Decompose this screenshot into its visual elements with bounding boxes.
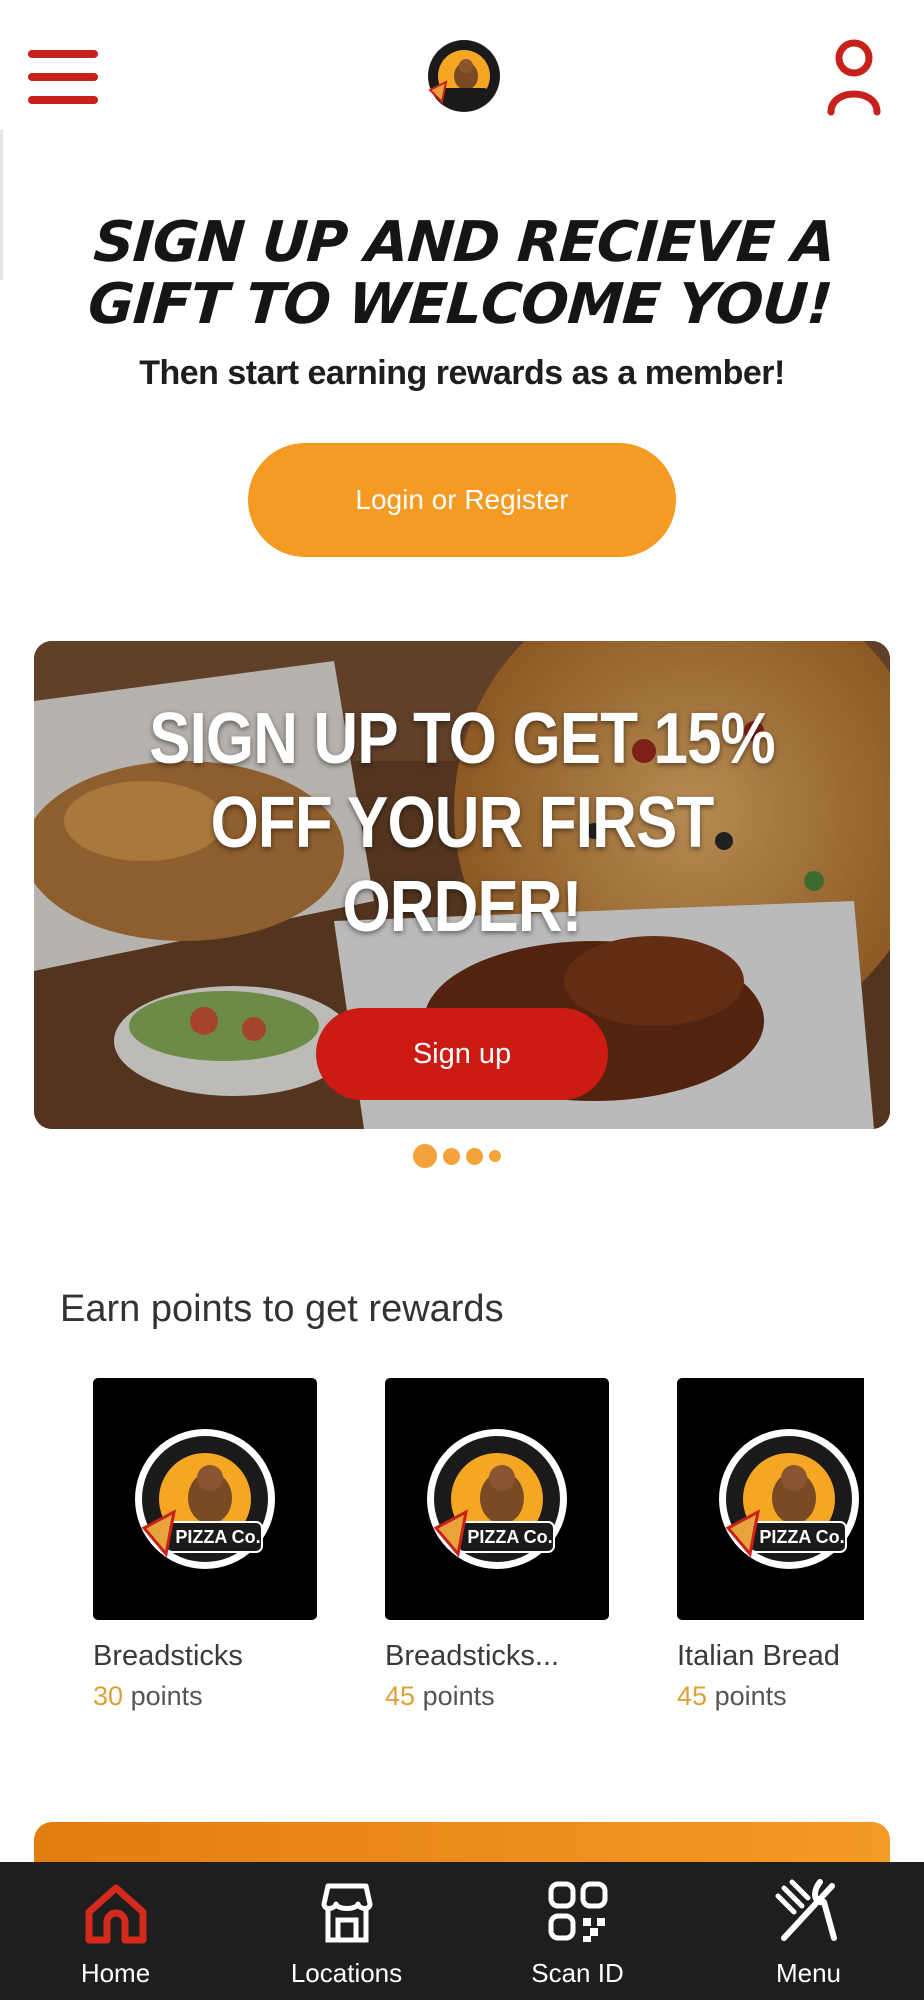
brand-logo bbox=[420, 36, 508, 114]
edge-tab[interactable] bbox=[0, 130, 3, 280]
rewards-carousel[interactable]: PIZZA Co. Breadsticks 30 points PIZZA Co… bbox=[0, 1378, 864, 1728]
hamburger-icon[interactable] bbox=[28, 50, 98, 104]
fork-knife-icon bbox=[775, 1879, 837, 1941]
nav-label: Home bbox=[80, 1958, 151, 1988]
hero-subtitle: Then start earning rewards as a member! bbox=[139, 354, 785, 392]
svg-text:PIZZA Co.: PIZZA Co. bbox=[759, 1527, 844, 1547]
carousel-dot[interactable] bbox=[466, 1147, 483, 1165]
banner-headline: SIGN UP TO GET 15% OFF YOUR FIRST ORDER! bbox=[149, 699, 776, 947]
nav-scan-id[interactable]: Scan ID bbox=[462, 1862, 693, 2000]
hero-title: SIGN UP AND RECIEVE A GIFT TO WELCOME YO… bbox=[86, 210, 837, 337]
bottom-nav: Home Locations Scan ID Menu bbox=[0, 1862, 924, 2000]
reward-card[interactable]: PIZZA Co. Breadsticks... 45 points bbox=[385, 1378, 609, 1712]
reward-points: 45 points bbox=[385, 1681, 495, 1711]
reward-logo-image: PIZZA Co. bbox=[677, 1378, 864, 1620]
signup-button[interactable]: Sign up bbox=[316, 1008, 608, 1100]
home-icon bbox=[85, 1884, 146, 1944]
reward-name: Breadsticks bbox=[93, 1640, 243, 1672]
reward-logo-image: PIZZA Co. bbox=[385, 1378, 609, 1620]
carousel-dot[interactable] bbox=[489, 1150, 501, 1162]
user-icon[interactable] bbox=[826, 38, 882, 116]
carousel-dots[interactable] bbox=[413, 1143, 501, 1169]
nav-label: Locations bbox=[290, 1958, 403, 1988]
nav-locations[interactable]: Locations bbox=[231, 1862, 462, 2000]
qr-code-icon bbox=[548, 1881, 607, 1942]
reward-points: 45 points bbox=[677, 1681, 787, 1711]
carousel-dot[interactable] bbox=[443, 1147, 460, 1165]
login-register-button[interactable]: Login or Register bbox=[248, 443, 676, 557]
reward-name: Breadsticks... bbox=[385, 1640, 560, 1672]
svg-text:PIZZA Co.: PIZZA Co. bbox=[175, 1527, 260, 1547]
svg-text:PIZZA Co.: PIZZA Co. bbox=[467, 1527, 552, 1547]
nav-menu[interactable]: Menu bbox=[693, 1862, 924, 2000]
reward-card[interactable]: PIZZA Co. Breadsticks 30 points bbox=[93, 1378, 317, 1712]
reward-logo-image: PIZZA Co. bbox=[93, 1378, 317, 1620]
promo-banner[interactable]: SIGN UP TO GET 15% OFF YOUR FIRST ORDER!… bbox=[34, 641, 890, 1129]
nav-label: Scan ID bbox=[531, 1958, 624, 1988]
store-icon bbox=[321, 1883, 372, 1943]
nav-home[interactable]: Home bbox=[0, 1862, 231, 2000]
nav-label: Menu bbox=[775, 1958, 842, 1988]
reward-points: 30 points bbox=[93, 1681, 203, 1711]
rewards-section-title: Earn points to get rewards bbox=[60, 1288, 504, 1330]
carousel-dot-active[interactable] bbox=[413, 1144, 437, 1168]
reward-card[interactable]: PIZZA Co. Italian Bread 45 points bbox=[677, 1378, 864, 1712]
reward-name: Italian Bread bbox=[677, 1640, 840, 1672]
